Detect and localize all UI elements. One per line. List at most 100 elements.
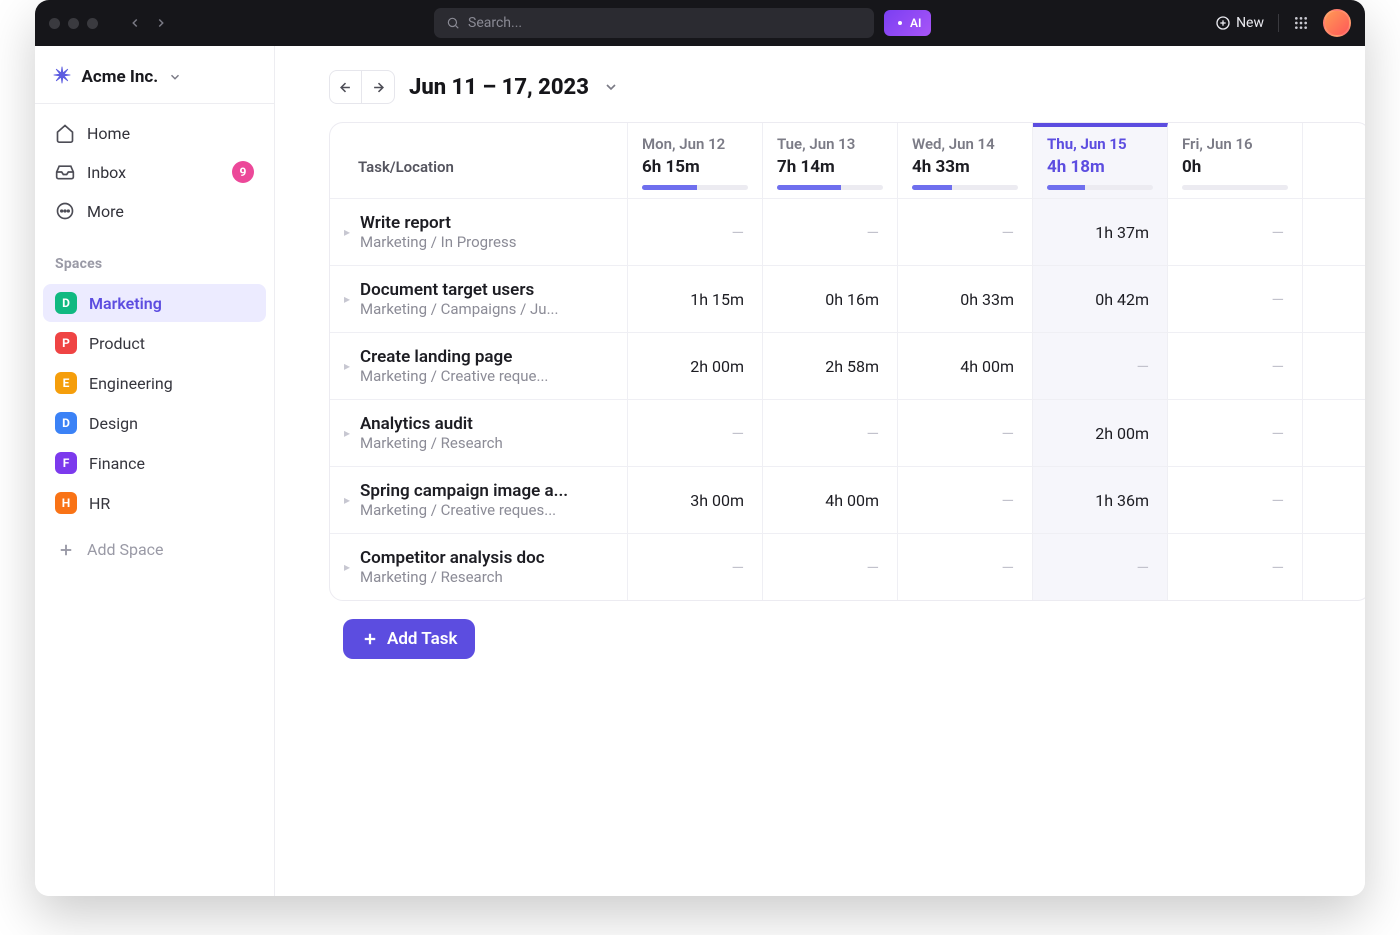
- time-cell[interactable]: —: [1168, 467, 1303, 533]
- time-cell[interactable]: —: [1033, 333, 1168, 399]
- task-cell[interactable]: ▸ Document target users Marketing / Camp…: [330, 266, 628, 332]
- space-badge-icon: E: [55, 372, 77, 394]
- date-range-dropdown[interactable]: [603, 79, 619, 95]
- time-cell[interactable]: —: [1168, 534, 1303, 600]
- maximize-dot-icon[interactable]: [87, 18, 98, 29]
- table-header-row: Task/Location Mon, Jun 12 6h 15m Tue, Ju…: [330, 123, 1365, 199]
- add-space-button[interactable]: Add Space: [43, 530, 266, 569]
- time-cell[interactable]: —: [1168, 199, 1303, 265]
- time-cell[interactable]: —: [898, 467, 1033, 533]
- day-header[interactable]: Tue, Jun 13 7h 14m: [763, 123, 898, 198]
- time-cell[interactable]: 0h 42m: [1033, 266, 1168, 332]
- task-cell[interactable]: ▸ Analytics audit Marketing / Research: [330, 400, 628, 466]
- day-header[interactable]: Thu, Jun 15 4h 18m: [1033, 123, 1168, 198]
- time-cell[interactable]: —: [1168, 266, 1303, 332]
- add-task-button[interactable]: Add Task: [343, 619, 475, 659]
- time-cell[interactable]: 2h 58m: [763, 333, 898, 399]
- time-cell[interactable]: —: [898, 199, 1033, 265]
- expand-caret-icon[interactable]: ▸: [340, 292, 354, 306]
- task-cell[interactable]: ▸ Create landing page Marketing / Creati…: [330, 333, 628, 399]
- nav-back-button[interactable]: [122, 10, 148, 36]
- new-button[interactable]: New: [1215, 15, 1264, 31]
- search-icon: [446, 16, 460, 30]
- task-cell[interactable]: ▸ Competitor analysis doc Marketing / Re…: [330, 534, 628, 600]
- expand-caret-icon[interactable]: ▸: [340, 560, 354, 574]
- time-cell[interactable]: —: [898, 534, 1033, 600]
- day-label: Mon, Jun 12: [642, 135, 748, 153]
- time-cell[interactable]: —: [898, 400, 1033, 466]
- task-name: Analytics audit: [360, 414, 503, 434]
- day-label: Fri, Jun 16: [1182, 135, 1288, 153]
- sidebar-space-product[interactable]: PProduct: [43, 324, 266, 362]
- prev-week-button[interactable]: [330, 71, 362, 103]
- sidebar-space-engineering[interactable]: EEngineering: [43, 364, 266, 402]
- search-input[interactable]: Search...: [434, 8, 874, 38]
- sidebar-space-hr[interactable]: HHR: [43, 484, 266, 522]
- apps-grid-icon[interactable]: [1293, 15, 1309, 31]
- expand-caret-icon[interactable]: ▸: [340, 225, 354, 239]
- timesheet-header: Jun 11 – 17, 2023: [329, 70, 1365, 122]
- close-dot-icon[interactable]: [49, 18, 60, 29]
- expand-caret-icon[interactable]: ▸: [340, 493, 354, 507]
- time-cell[interactable]: 1h 15m: [628, 266, 763, 332]
- sidebar-space-marketing[interactable]: DMarketing: [43, 284, 266, 322]
- sidebar-space-finance[interactable]: FFinance: [43, 444, 266, 482]
- add-task-label: Add Task: [387, 629, 457, 649]
- time-cell[interactable]: —: [763, 534, 898, 600]
- task-column-header: Task/Location: [330, 123, 628, 198]
- new-label: New: [1236, 15, 1264, 31]
- task-path: Marketing / Campaigns / Ju...: [360, 300, 558, 318]
- spaces-section-label: Spaces: [35, 240, 274, 282]
- spaces-list: DMarketingPProductEEngineering D Design FFi…: [35, 282, 274, 524]
- workspace-switcher[interactable]: ✴ Acme Inc.: [35, 46, 274, 104]
- time-cell[interactable]: —: [628, 199, 763, 265]
- time-cell[interactable]: 0h 33m: [898, 266, 1033, 332]
- nav-forward-button[interactable]: [148, 10, 174, 36]
- day-header[interactable]: Mon, Jun 12 6h 15m: [628, 123, 763, 198]
- expand-caret-icon[interactable]: ▸: [340, 426, 354, 440]
- day-header[interactable]: Wed, Jun 14 4h 33m: [898, 123, 1033, 198]
- time-cell[interactable]: —: [763, 400, 898, 466]
- space-badge-icon: F: [55, 452, 77, 474]
- time-cell[interactable]: 2h 00m: [628, 333, 763, 399]
- sidebar-item-home[interactable]: Home: [43, 114, 266, 152]
- space-badge-icon: P: [55, 332, 77, 354]
- week-nav-group: [329, 70, 395, 104]
- minimize-dot-icon[interactable]: [68, 18, 79, 29]
- sidebar-item-more[interactable]: More: [43, 192, 266, 230]
- time-cell[interactable]: 3h 00m: [628, 467, 763, 533]
- expand-caret-icon[interactable]: ▸: [340, 359, 354, 373]
- time-cell[interactable]: —: [628, 400, 763, 466]
- time-cell[interactable]: —: [1168, 400, 1303, 466]
- space-badge-icon: D: [55, 412, 77, 434]
- time-cell[interactable]: 2h 00m: [1033, 400, 1168, 466]
- day-progress-bar: [777, 185, 883, 190]
- more-icon: [55, 201, 75, 221]
- avatar[interactable]: [1323, 9, 1351, 37]
- day-header[interactable]: Fri, Jun 16 0h: [1168, 123, 1303, 198]
- search-placeholder: Search...: [468, 15, 522, 31]
- time-cell[interactable]: 0h 16m: [763, 266, 898, 332]
- ai-button[interactable]: AI: [884, 10, 931, 36]
- sidebar: ✴ Acme Inc. Home Inbox 9 More: [35, 46, 275, 896]
- next-week-button[interactable]: [362, 71, 394, 103]
- time-cell[interactable]: 4h 00m: [763, 467, 898, 533]
- time-cell[interactable]: —: [1033, 534, 1168, 600]
- sidebar-item-inbox[interactable]: Inbox 9: [43, 152, 266, 192]
- task-cell[interactable]: ▸ Write report Marketing / In Progress: [330, 199, 628, 265]
- time-cell[interactable]: 4h 00m: [898, 333, 1033, 399]
- time-cell[interactable]: —: [763, 199, 898, 265]
- sidebar-space-design[interactable]: D Design: [43, 404, 266, 442]
- time-cell[interactable]: 1h 36m: [1033, 467, 1168, 533]
- task-cell[interactable]: ▸ Spring campaign image a... Marketing /…: [330, 467, 628, 533]
- time-cell[interactable]: 1h 37m: [1033, 199, 1168, 265]
- day-progress-bar: [642, 185, 748, 190]
- ai-label: AI: [910, 16, 921, 30]
- day-total: 0h: [1182, 157, 1288, 177]
- time-cell[interactable]: —: [628, 534, 763, 600]
- table-row: ▸ Spring campaign image a... Marketing /…: [330, 467, 1365, 534]
- day-label: Wed, Jun 14: [912, 135, 1018, 153]
- time-cell[interactable]: —: [1168, 333, 1303, 399]
- sidebar-item-label: More: [87, 202, 124, 221]
- space-label: Design: [89, 414, 138, 433]
